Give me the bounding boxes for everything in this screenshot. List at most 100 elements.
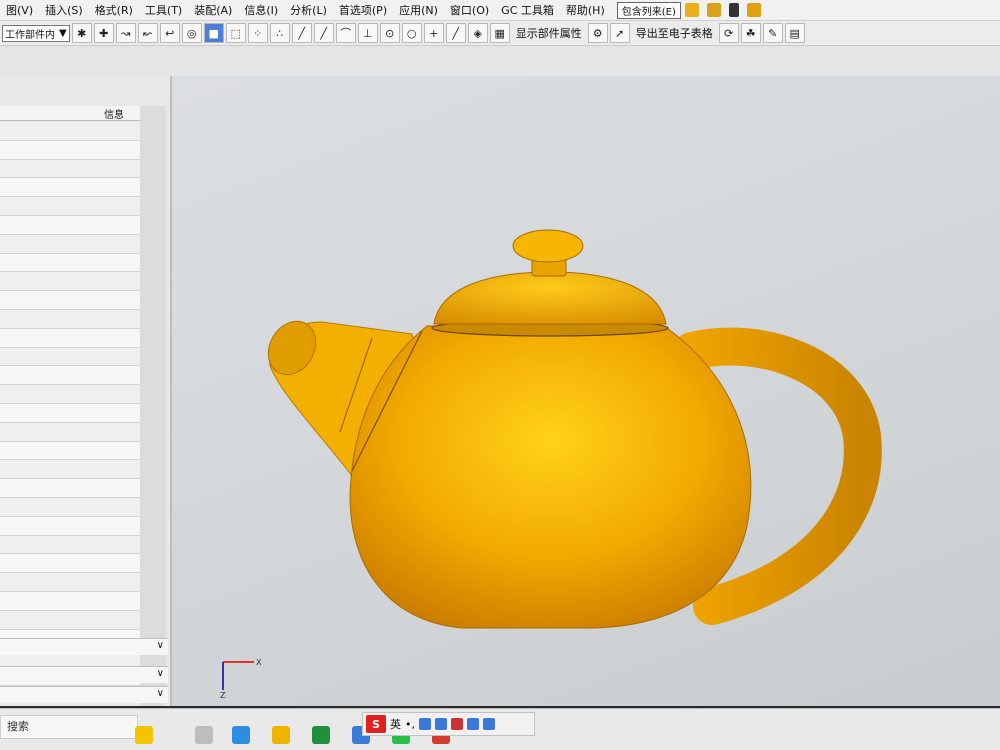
filter-icon[interactable]: ✱ <box>71 23 92 43</box>
cube-icon[interactable] <box>684 3 699 17</box>
settings-icon[interactable] <box>483 718 495 730</box>
navigator-row[interactable] <box>0 328 140 348</box>
menu-help[interactable]: 帮助(H) <box>560 2 611 18</box>
navigator-row[interactable] <box>0 610 140 630</box>
attribute-icon[interactable]: ⚙ <box>587 23 608 43</box>
intersect-icon[interactable]: ⊥ <box>357 23 378 43</box>
navigator-row[interactable] <box>0 366 140 386</box>
skin-icon[interactable] <box>451 718 463 730</box>
navigator-row[interactable] <box>0 140 140 160</box>
navigator-row[interactable] <box>0 215 140 235</box>
navigator-row[interactable] <box>0 573 140 592</box>
navigator-row[interactable] <box>0 441 140 461</box>
navigator-row[interactable] <box>0 479 140 498</box>
keyboard-icon[interactable] <box>435 718 447 730</box>
cube-icon[interactable] <box>706 3 721 17</box>
navigator-row[interactable] <box>0 591 140 611</box>
navigator-row[interactable] <box>0 122 140 141</box>
plus-icon[interactable]: + <box>423 23 444 43</box>
document-icon[interactable]: ▤ <box>784 23 805 43</box>
navigator-row[interactable] <box>0 516 140 536</box>
circle-icon[interactable]: ○ <box>401 23 422 43</box>
arc-icon[interactable]: ⌒ <box>335 23 356 43</box>
edge-icon[interactable]: ↩ <box>159 23 180 43</box>
sparkle-icon[interactable] <box>135 726 153 744</box>
line-icon[interactable]: ╱ <box>291 23 312 43</box>
menu-insert[interactable]: 插入(S) <box>39 2 89 18</box>
sync-icon[interactable]: ⟳ <box>718 23 739 43</box>
command-finder-combo[interactable]: 包含列来(E) <box>616 1 681 19</box>
dependencies-dropdown[interactable]: ∨ <box>0 638 168 655</box>
tree-icon[interactable]: ☘ <box>740 23 761 43</box>
graphics-viewport[interactable] <box>172 76 1000 706</box>
navigator-scrollbar[interactable] <box>140 106 166 706</box>
details-dropdown[interactable]: ∨ <box>0 666 168 683</box>
show-part-attributes-button[interactable]: 显示部件属性 <box>512 25 586 41</box>
punctuation-icon[interactable]: •, <box>405 718 415 731</box>
edge-browser-icon[interactable] <box>232 726 250 744</box>
chevron-down-icon: ∨ <box>156 668 164 679</box>
rectangle-select-icon[interactable]: ⬚ <box>225 23 246 43</box>
close-icon[interactable] <box>728 3 739 17</box>
navigator-row[interactable] <box>0 159 140 179</box>
menu-gc-toolbox[interactable]: GC 工具箱 <box>495 2 560 18</box>
navigator-row[interactable] <box>0 309 140 329</box>
navigator-row[interactable] <box>0 535 140 555</box>
menu-analysis[interactable]: 分析(L) <box>284 2 333 18</box>
menu-info[interactable]: 信息(I) <box>238 2 284 18</box>
menu-preferences[interactable]: 首选项(P) <box>333 2 393 18</box>
app-icon[interactable] <box>312 726 330 744</box>
box-icon[interactable] <box>746 3 761 17</box>
menu-window[interactable]: 窗口(O) <box>444 2 495 18</box>
solid-icon[interactable]: ◎ <box>181 23 202 43</box>
export-spreadsheet-button[interactable]: 导出至电子表格 <box>632 25 717 41</box>
arrow-icon[interactable]: ➚ <box>609 23 630 43</box>
navigator-row[interactable] <box>0 291 140 310</box>
menu-application[interactable]: 应用(N) <box>393 2 444 18</box>
line-icon[interactable]: ╱ <box>313 23 334 43</box>
navigator-row[interactable] <box>0 234 140 254</box>
navigator-row[interactable] <box>0 178 140 198</box>
face-rule-icon[interactable]: ↜ <box>137 23 158 43</box>
menu-tools[interactable]: 工具(T) <box>139 2 188 18</box>
body-icon[interactable]: ■ <box>203 23 224 43</box>
taskbar-search[interactable]: 搜索 <box>0 715 138 739</box>
chevron-down-icon: ▼ <box>59 27 67 39</box>
sogou-logo-icon[interactable]: S <box>366 715 386 733</box>
svg-text:X: X <box>256 658 262 667</box>
preview-dropdown[interactable]: ∨ <box>0 686 168 703</box>
tangent-icon[interactable]: ╱ <box>445 23 466 43</box>
task-view-icon[interactable] <box>195 726 213 744</box>
navigator-row[interactable] <box>0 385 140 404</box>
navigator-row[interactable] <box>0 197 140 216</box>
measure-icon[interactable]: ◈ <box>467 23 488 43</box>
navigator-row[interactable] <box>0 497 140 517</box>
point-set-icon[interactable]: ∴ <box>269 23 290 43</box>
center-point-icon[interactable]: ⊙ <box>379 23 400 43</box>
grid-icon[interactable]: ▦ <box>489 23 510 43</box>
type-filter-select[interactable]: 工作部件内 ▼ <box>2 24 70 42</box>
navigator-row[interactable] <box>0 460 140 480</box>
menu-view[interactable]: 图(V) <box>0 2 39 18</box>
menu-assembly[interactable]: 装配(A) <box>188 2 238 18</box>
toolbox-icon[interactable] <box>467 718 479 730</box>
teapot-model[interactable] <box>172 76 1000 706</box>
menu-format[interactable]: 格式(R) <box>89 2 139 18</box>
point-icon[interactable]: ⁘ <box>247 23 268 43</box>
snap-icon[interactable]: ✚ <box>93 23 114 43</box>
folder-icon[interactable] <box>272 726 290 744</box>
navigator-row[interactable] <box>0 422 140 442</box>
ime-mode[interactable]: 英 <box>390 716 401 732</box>
navigator-row[interactable] <box>0 554 140 574</box>
navigator-row[interactable] <box>0 272 140 292</box>
curve-rule-icon[interactable]: ↝ <box>115 23 136 43</box>
navigator-row[interactable] <box>0 347 140 367</box>
lid-knob <box>512 229 584 263</box>
navigator-row[interactable] <box>0 253 140 273</box>
svg-text:Z: Z <box>220 691 226 700</box>
pen-icon[interactable]: ✎ <box>762 23 783 43</box>
navigator-row[interactable] <box>0 403 140 423</box>
column-info[interactable]: 信息 <box>104 106 124 121</box>
microphone-icon[interactable] <box>419 718 431 730</box>
part-navigator-panel: 信息 ∨ ∨ ∨ <box>0 76 172 706</box>
